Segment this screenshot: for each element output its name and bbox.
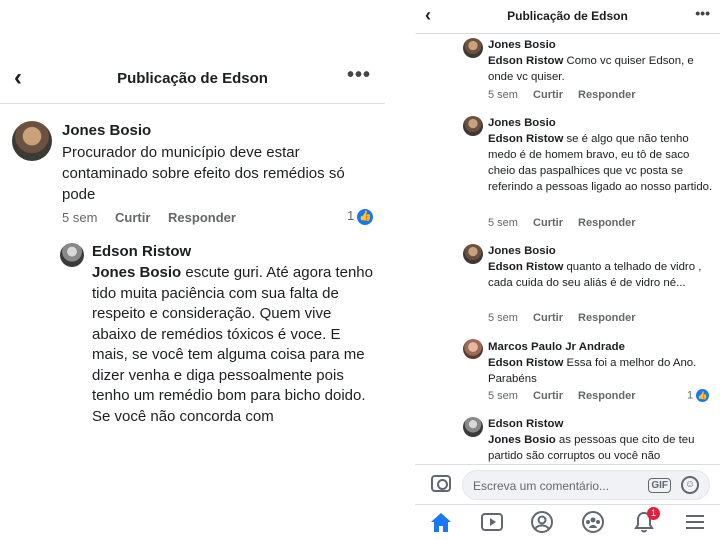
avatar[interactable] — [463, 339, 483, 359]
comment-author[interactable]: Edson Ristow — [92, 243, 378, 261]
comment: Edson Ristow Jones Bosio as pessoas que … — [488, 416, 716, 462]
comment: Jones Bosio Edson Ristow se é algo que n… — [488, 115, 716, 195]
comment-actions: 5 sem Curtir Responder — [62, 210, 250, 225]
avatar[interactable] — [463, 417, 483, 437]
like-button[interactable]: Curtir — [533, 217, 563, 229]
reply-button[interactable]: Responder — [578, 390, 635, 402]
notification-count-badge: 1 — [647, 507, 660, 520]
comment: Jones Bosio Edson Ristow Como vc quiser … — [488, 37, 716, 85]
page-title: Publicação de Edson — [117, 70, 268, 87]
like-button[interactable]: Curtir — [533, 89, 563, 101]
comment: Jones Bosio Procurador do município deve… — [62, 122, 382, 205]
profile-icon[interactable] — [530, 511, 556, 535]
comment-author[interactable]: Jones Bosio — [488, 115, 716, 131]
thumbs-up-icon: 👍 — [357, 208, 374, 225]
comment-text: Edson Ristow Como vc quiser Edson, e ond… — [488, 53, 716, 85]
mention-link[interactable]: Jones Bosio — [488, 434, 556, 446]
comment-body: escute guri. Até agora tenho tido muita … — [92, 264, 373, 425]
comment-input-placeholder: Escreva um comentário... — [473, 479, 610, 493]
comment-actions: 5 sem Curtir Responder — [488, 89, 648, 101]
like-button[interactable]: Curtir — [533, 390, 563, 402]
menu-hamburger-icon[interactable] — [683, 511, 709, 535]
comment-actions: 5 sem Curtir Responder — [488, 312, 648, 324]
avatar[interactable] — [60, 243, 84, 267]
more-options-icon[interactable]: ••• — [695, 5, 710, 21]
post-header: ‹ Publicação de Edson ••• — [415, 0, 720, 34]
comment-time: 5 sem — [488, 217, 518, 229]
post-header: ‹ Publicação de Edson ••• — [0, 56, 385, 104]
comment-time: 5 sem — [488, 390, 518, 402]
more-options-icon[interactable]: ••• — [347, 64, 371, 87]
thumbs-up-icon: 👍 — [696, 389, 710, 402]
reply-button[interactable]: Responder — [578, 217, 635, 229]
avatar[interactable] — [463, 38, 483, 58]
comment-actions: 5 sem Curtir Responder — [488, 217, 648, 229]
like-button[interactable]: Curtir — [533, 312, 563, 324]
reaction-count[interactable]: 1 👍 — [347, 208, 374, 225]
comment-time: 5 sem — [62, 210, 98, 225]
left-screenshot: ‹ Publicação de Edson ••• Jones Bosio Pr… — [0, 0, 385, 540]
notifications-bell-icon[interactable]: 1 — [632, 507, 660, 535]
comment-author[interactable]: Jones Bosio — [488, 37, 716, 53]
comment-time: 5 sem — [488, 312, 518, 324]
comment-author[interactable]: Marcos Paulo Jr Andrade — [488, 339, 716, 355]
comment-text: Procurador do município deve estar conta… — [62, 144, 345, 203]
avatar[interactable] — [463, 116, 483, 136]
comment-text: Jones Bosio as pessoas que cito de teu p… — [488, 432, 716, 462]
right-screenshot: ‹ Publicação de Edson ••• Jones Bosio Ed… — [415, 0, 720, 540]
mention-link[interactable]: Edson Ristow — [488, 261, 563, 273]
page-title: Publicação de Edson — [507, 9, 628, 23]
comment-author[interactable]: Edson Ristow — [488, 416, 716, 432]
emoji-icon[interactable]: ☺ — [681, 476, 699, 494]
comment-author[interactable]: Jones Bosio — [488, 243, 716, 259]
comment-text: Edson Ristow quanto a telhado de vidro ,… — [488, 259, 716, 291]
reply-button[interactable]: Responder — [578, 89, 635, 101]
mention-link[interactable]: Jones Bosio — [92, 264, 181, 281]
mention-link[interactable]: Edson Ristow — [488, 357, 563, 369]
watch-video-icon[interactable] — [480, 511, 506, 535]
reply-button[interactable]: Responder — [168, 210, 236, 225]
comment-text: Jones Bosio escute guri. Até agora tenho… — [92, 263, 378, 427]
comment-text: Edson Ristow Essa foi a melhor do Ano. P… — [488, 355, 716, 387]
reaction-count[interactable]: 1 👍 — [687, 389, 710, 402]
mention-link[interactable]: Edson Ristow — [488, 133, 563, 145]
comment-time: 5 sem — [488, 89, 518, 101]
comment-text: Edson Ristow se é algo que não tenho med… — [488, 131, 716, 195]
comment: Jones Bosio Edson Ristow quanto a telhad… — [488, 243, 716, 291]
avatar[interactable] — [463, 244, 483, 264]
comment-composer: Escreva um comentário... GIF ☺ — [415, 464, 720, 504]
gif-icon[interactable]: GIF — [648, 478, 671, 493]
bottom-tab-bar: 1 — [415, 504, 720, 540]
avatar[interactable] — [12, 121, 52, 161]
comment-input[interactable]: Escreva um comentário... GIF ☺ — [462, 470, 710, 500]
camera-icon[interactable] — [431, 475, 451, 492]
reaction-count-value: 1 — [347, 208, 355, 223]
groups-icon[interactable] — [581, 511, 607, 535]
reply-button[interactable]: Responder — [578, 312, 635, 324]
comment-actions: 5 sem Curtir Responder — [488, 390, 648, 402]
mention-link[interactable]: Edson Ristow — [488, 55, 563, 67]
like-button[interactable]: Curtir — [115, 210, 150, 225]
reaction-count-value: 1 — [687, 389, 694, 402]
comment-author[interactable]: Jones Bosio — [62, 122, 382, 140]
reply-comment: Edson Ristow Jones Bosio escute guri. At… — [92, 243, 378, 427]
comment: Marcos Paulo Jr Andrade Edson Ristow Ess… — [488, 339, 716, 387]
home-icon[interactable] — [429, 511, 455, 535]
